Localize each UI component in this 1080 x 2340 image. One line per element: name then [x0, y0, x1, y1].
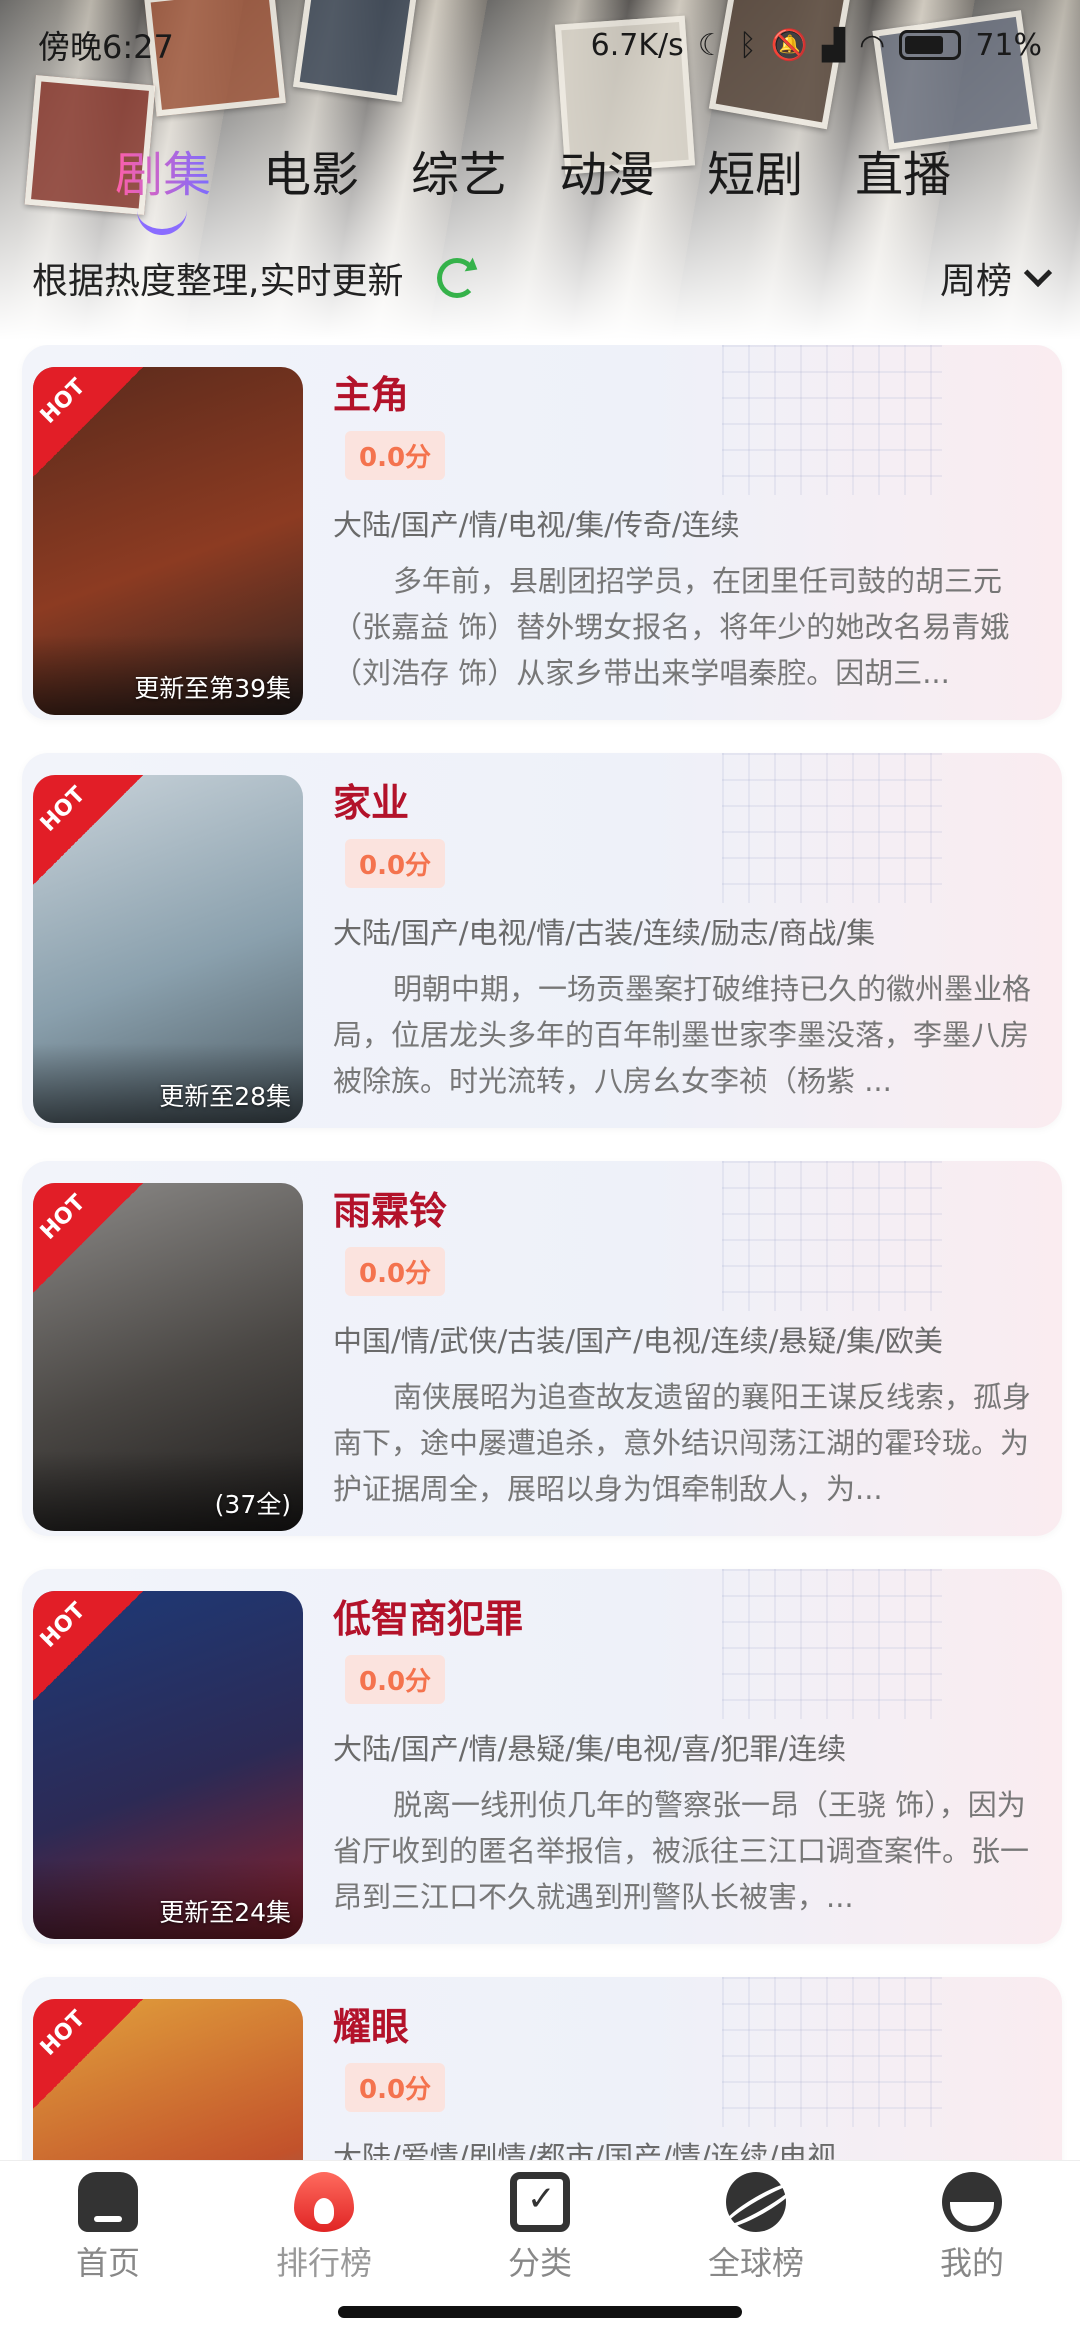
ranking-item-card[interactable]: HOT 更新至24集 低智商犯罪 0.0分 大陆/国产/情/悬疑/集/电视/喜/… [22, 1569, 1062, 1944]
poster-image[interactable]: HOT 更新至28集 [33, 775, 303, 1123]
signal-icon: ▟ [822, 27, 846, 63]
status-time: 傍晚6:27 [38, 28, 174, 66]
score-badge: 0.0分 [345, 1655, 446, 1704]
bottom-navigation: 首页 排行榜 分类 全球榜 我的 [0, 2160, 1080, 2295]
tab-label: 动漫 [559, 147, 656, 203]
battery-icon [899, 30, 962, 60]
profile-icon [942, 2172, 1002, 2232]
ranking-item-card[interactable]: HOT 耀眼 0.0分 大陆/爱情/剧情/都市/国产/情/连续/电视 [22, 1977, 1062, 2160]
category-tabs: 剧集 电影 综艺 动漫 短剧 直播 [0, 130, 1080, 235]
item-tags: 大陆/国产/电视/情/古装/连续/励志/商战/集 [333, 916, 876, 950]
nav-category[interactable]: 分类 [440, 2172, 640, 2284]
poster-image[interactable]: HOT [33, 1999, 303, 2160]
nav-label: 分类 [507, 2244, 572, 2282]
nav-home[interactable]: 首页 [8, 2172, 208, 2284]
item-description: 多年前，县剧团招学员，在团里任司鼓的胡三元（张嘉益 饰）替外甥女报名，将年少的她… [333, 564, 1010, 690]
home-indicator[interactable] [338, 2306, 742, 2318]
poster-image[interactable]: HOT 更新至第39集 [33, 367, 303, 715]
item-info: 耀眼 0.0分 大陆/爱情/剧情/都市/国产/情/连续/电视 [333, 1999, 1043, 2160]
score-badge: 0.0分 [345, 1247, 446, 1296]
calendar-icon [510, 2172, 570, 2232]
ranking-list: HOT 更新至第39集 主角 0.0分 大陆/国产/情/电视/集/传奇/连续 多… [0, 345, 1080, 2160]
tab-label: 直播 [855, 147, 952, 203]
item-title[interactable]: 家业 [333, 775, 1043, 831]
score-badge: 0.0分 [345, 431, 446, 480]
item-title[interactable]: 雨霖铃 [333, 1183, 1043, 1239]
tab-label: 综艺 [411, 147, 508, 203]
item-info: 低智商犯罪 0.0分 大陆/国产/情/悬疑/集/电视/喜/犯罪/连续 脱离一线刑… [333, 1591, 1043, 1920]
poster-image[interactable]: HOT 更新至24集 [33, 1591, 303, 1939]
item-tags: 中国/情/武侠/古装/国产/电视/连续/悬疑/集/欧美 [333, 1324, 943, 1358]
tab-anime[interactable]: 动漫 [559, 135, 655, 205]
item-title[interactable]: 耀眼 [333, 1999, 1043, 2055]
network-speed: 6.7K/s [590, 27, 684, 63]
ranking-header: 根据热度整理,实时更新 周榜 [0, 248, 1080, 308]
episode-update-label: (37全) [214, 1490, 291, 1519]
score-badge: 0.0分 [345, 839, 446, 888]
moon-icon: ☾ [697, 27, 725, 63]
wifi-icon: ◠ [859, 27, 886, 63]
planet-icon [726, 2172, 786, 2232]
tab-series[interactable]: 剧集 [115, 135, 212, 235]
nav-global-ranking[interactable]: 全球榜 [656, 2172, 856, 2284]
item-tags: 大陆/爱情/剧情/都市/国产/情/连续/电视 [333, 2140, 837, 2160]
refresh-icon[interactable] [437, 258, 478, 298]
mute-icon: 🔕 [770, 27, 809, 63]
nav-label: 首页 [75, 2244, 140, 2282]
tab-label: 剧集 [115, 147, 212, 203]
tab-variety[interactable]: 综艺 [411, 135, 507, 205]
bluetooth-icon: ᛒ [738, 27, 757, 63]
battery-level: 71% [975, 27, 1042, 63]
episode-update-label: 更新至第39集 [134, 674, 291, 703]
status-indicators: 6.7K/s ☾ ᛒ 🔕 ▟ ◠ 71% [591, 28, 1042, 63]
item-info: 家业 0.0分 大陆/国产/电视/情/古装/连续/励志/商战/集 明朝中期，一场… [333, 775, 1043, 1104]
ranking-item-card[interactable]: HOT (37全) 雨霖铃 0.0分 中国/情/武侠/古装/国产/电视/连续/悬… [22, 1161, 1062, 1536]
tab-movies[interactable]: 电影 [263, 135, 359, 205]
item-tags: 大陆/国产/情/悬疑/集/电视/喜/犯罪/连续 [333, 1732, 847, 1766]
fire-icon [294, 2172, 354, 2232]
tab-short-drama[interactable]: 短剧 [707, 135, 803, 205]
score-badge: 0.0分 [345, 2063, 446, 2112]
item-title[interactable]: 主角 [333, 367, 1043, 423]
item-description: 南侠展昭为追查故友遗留的襄阳王谋反线索，孤身南下，途中屡遭追杀，意外结识闯荡江湖… [333, 1380, 1032, 1506]
status-bar: 傍晚6:27 6.7K/s ☾ ᛒ 🔕 ▟ ◠ 71% [0, 0, 1080, 90]
item-title[interactable]: 低智商犯罪 [333, 1591, 1043, 1647]
nav-ranking[interactable]: 排行榜 [224, 2172, 424, 2284]
ranking-subtitle: 根据热度整理,实时更新 [32, 261, 404, 302]
nav-label: 全球榜 [707, 2244, 804, 2282]
item-info: 雨霖铃 0.0分 中国/情/武侠/古装/国产/电视/连续/悬疑/集/欧美 南侠展… [333, 1183, 1043, 1512]
item-description: 脱离一线刑侦几年的警察张一昂（王骁 饰），因为省厅收到的匿名举报信，被派往三江口… [333, 1788, 1030, 1914]
item-tags: 大陆/国产/情/电视/集/传奇/连续 [333, 508, 740, 542]
chevron-down-icon [1023, 258, 1053, 288]
nav-label: 我的 [939, 2244, 1004, 2282]
ranking-item-card[interactable]: HOT 更新至28集 家业 0.0分 大陆/国产/电视/情/古装/连续/励志/商… [22, 753, 1062, 1128]
nav-profile[interactable]: 我的 [872, 2172, 1072, 2284]
nav-label: 排行榜 [275, 2244, 372, 2282]
poster-image[interactable]: HOT (37全) [33, 1183, 303, 1531]
episode-update-label: 更新至24集 [159, 1898, 291, 1927]
episode-update-label: 更新至28集 [159, 1082, 291, 1111]
item-description: 明朝中期，一场贡墨案打破维持已久的徽州墨业格局，位居龙头多年的百年制墨世家李墨没… [333, 972, 1032, 1098]
home-icon [78, 2172, 138, 2232]
rank-period-label: 周榜 [939, 261, 1012, 302]
ranking-item-card[interactable]: HOT 更新至第39集 主角 0.0分 大陆/国产/情/电视/集/传奇/连续 多… [22, 345, 1062, 720]
tab-live[interactable]: 直播 [855, 135, 951, 205]
rank-period-dropdown[interactable]: 周榜 [939, 252, 1053, 304]
tab-label: 电影 [263, 147, 360, 203]
item-info: 主角 0.0分 大陆/国产/情/电视/集/传奇/连续 多年前，县剧团招学员，在团… [333, 367, 1043, 696]
tab-label: 短剧 [707, 147, 804, 203]
